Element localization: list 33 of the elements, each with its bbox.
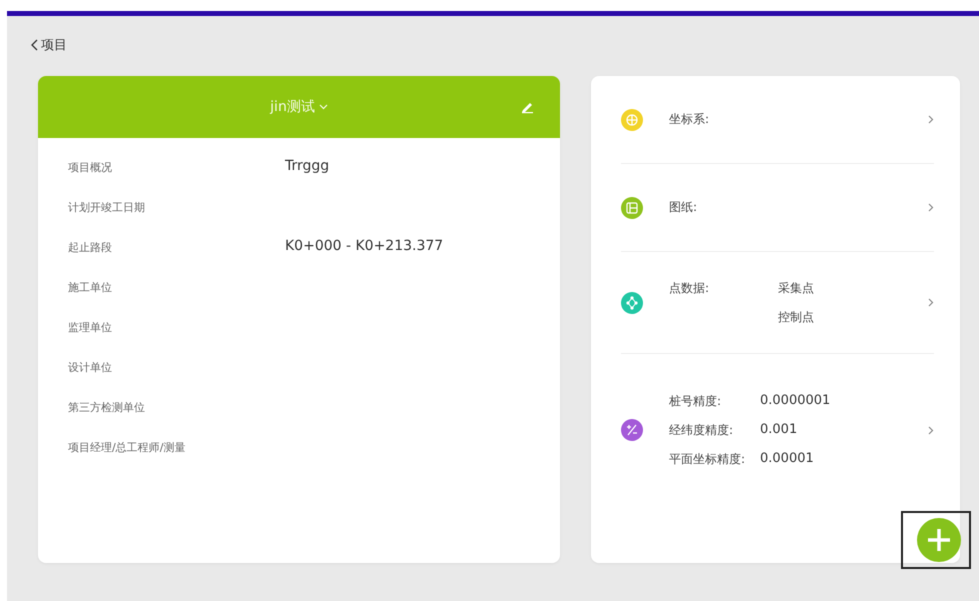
back-link[interactable]: 项目 [31, 36, 67, 54]
field-label: 监理单位 [68, 320, 113, 335]
setting-label: 图纸: [669, 199, 698, 216]
setting-value: 控制点 [778, 308, 814, 326]
field-label: 设计单位 [68, 360, 113, 375]
field-label: 施工单位 [68, 280, 113, 295]
chevron-right-icon [928, 426, 934, 434]
field-value: K0+000 - K0+213.377 [285, 238, 444, 254]
settings-row[interactable]: 图纸: [621, 164, 934, 252]
setting-label: 桩号精度: [669, 392, 722, 410]
field-label: 计划开竣工日期 [68, 200, 146, 215]
chevron-right-icon [928, 298, 934, 307]
setting-value: 0.0000001 [760, 392, 830, 410]
settings-row[interactable]: 点数据: 采集点 控制点 [621, 252, 934, 354]
setting-value: 0.001 [760, 422, 798, 438]
setting-value: 采集点 [778, 280, 814, 296]
settings-row[interactable]: 桩号精度: 0.0000001 经纬度精度: 0.001 平面坐标精度: 0.00001 [621, 354, 934, 506]
field-label: 第三方检测单位 [68, 400, 146, 415]
setting-label: 经纬度精度: [669, 422, 734, 438]
chevron-right-icon [928, 115, 934, 124]
field-label: 项目概况 [68, 160, 113, 175]
chevron-right-icon [928, 203, 934, 212]
settings-row[interactable]: 坐标系: [621, 76, 934, 164]
field-label: 项目经理/总工程师/测量 [68, 440, 186, 455]
field-value: Trrggg [285, 158, 330, 174]
back-icon [31, 39, 38, 51]
chevron-down-icon [318, 104, 328, 110]
add-button[interactable] [901, 511, 971, 569]
setting-label: 坐标系: [669, 111, 710, 128]
setting-label: 平面坐标精度: [669, 450, 746, 468]
setting-value: 0.00001 [760, 450, 814, 468]
setting-label: 点数据: [669, 280, 710, 296]
field-label: 起止路段 [68, 240, 113, 255]
